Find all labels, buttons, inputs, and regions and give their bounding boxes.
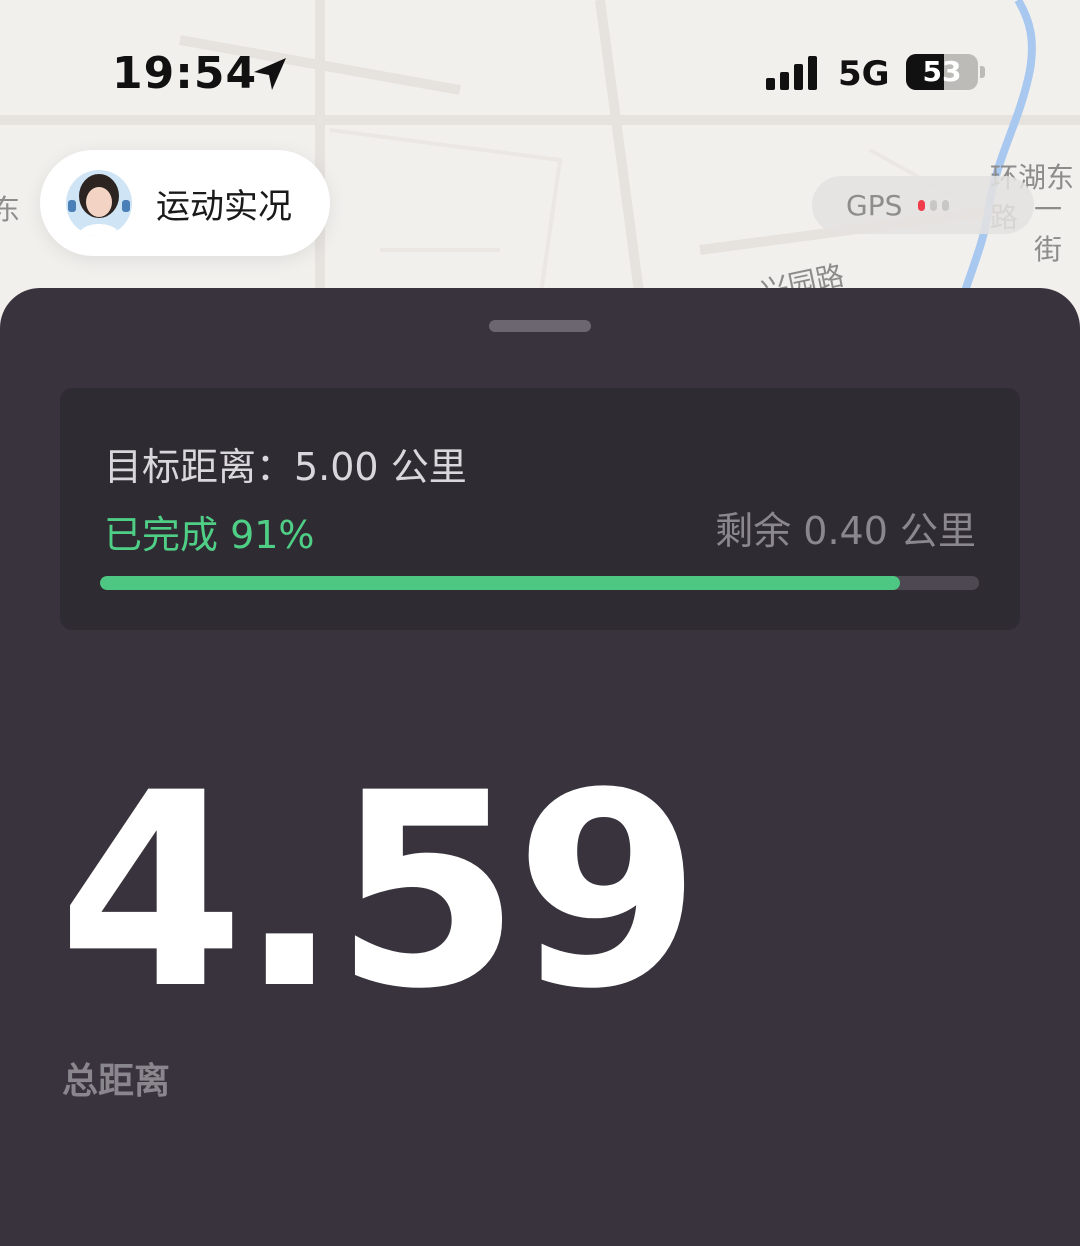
- status-time: 19:54: [112, 48, 258, 99]
- battery-tip: [980, 66, 985, 78]
- network-type: 5G: [838, 54, 890, 94]
- gps-signal-icon: [918, 199, 950, 211]
- panel-drag-handle[interactable]: [489, 320, 591, 332]
- sport-live-label: 运动实况: [156, 186, 292, 227]
- user-avatar-image: [66, 170, 132, 236]
- gps-label: GPS: [846, 188, 903, 222]
- gps-status: GPS: [812, 176, 1034, 234]
- battery-icon: 53: [906, 54, 978, 90]
- total-distance-label: 总距离: [62, 1061, 171, 1102]
- location-arrow-icon: [254, 58, 286, 90]
- goal-card: 目标距离：5.00 公里 已完成 91% 剩余 0.40 公里: [60, 388, 1020, 630]
- total-distance-value: 4.59: [58, 736, 701, 1048]
- goal-progress-fill: [100, 576, 900, 590]
- map-label: 一街: [1034, 193, 1063, 266]
- workout-panel: 目标距离：5.00 公里 已完成 91% 剩余 0.40 公里 4.59 总距离: [0, 288, 1080, 1246]
- goal-completed: 已完成 91%: [104, 513, 315, 557]
- sport-live-button[interactable]: 运动实况: [40, 150, 330, 256]
- goal-distance: 目标距离：5.00 公里: [104, 445, 467, 489]
- avatar: [66, 170, 132, 236]
- cellular-signal-icon: [766, 56, 817, 90]
- map-label: 东: [0, 193, 21, 226]
- gps-signal-bar: [942, 199, 950, 211]
- screen: 东 环湖东路 一街 兴园路 19:54 5G 53 运动实况: [0, 0, 1080, 1246]
- goal-progress-bar: [100, 576, 979, 590]
- battery-percent: 53: [922, 55, 962, 88]
- gps-signal-bar: [930, 199, 938, 211]
- gps-signal-bar: [918, 199, 926, 211]
- goal-remaining: 剩余 0.40 公里: [715, 509, 976, 553]
